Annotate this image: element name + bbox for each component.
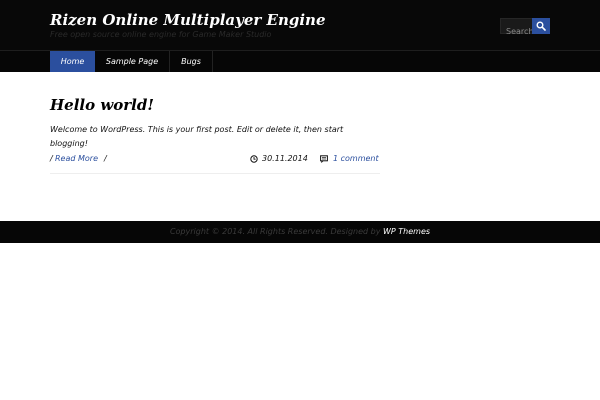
nav-item-sample-page[interactable]: Sample Page xyxy=(95,51,170,72)
post-title[interactable]: Hello world! xyxy=(50,96,380,114)
comment-icon xyxy=(320,155,328,163)
meta-separator: / xyxy=(50,154,53,163)
search-field-wrapper xyxy=(500,18,532,39)
nav-item-home[interactable]: Home xyxy=(50,51,95,72)
post-divider xyxy=(50,173,380,174)
post-meta: / Read More / 30.11.2014 1 comment xyxy=(50,153,380,165)
footer-themes-link[interactable]: WP Themes xyxy=(383,227,430,236)
post-excerpt: Welcome to WordPress. This is your first… xyxy=(50,125,344,148)
site-title[interactable]: Rizen Online Multiplayer Engine xyxy=(50,11,326,29)
post-date: 30.11.2014 xyxy=(262,154,308,163)
search-input[interactable] xyxy=(501,24,532,39)
main-navigation: Home Sample Page Bugs xyxy=(0,50,600,72)
site-footer: Copyright © 2014. All Rights Reserved. D… xyxy=(0,221,600,243)
search-icon xyxy=(536,21,546,31)
blog-post: Hello world! Welcome to WordPress. This … xyxy=(50,96,380,174)
clock-icon xyxy=(250,155,258,163)
read-more-link[interactable]: Read More xyxy=(55,153,98,165)
meta-separator: / xyxy=(104,154,107,163)
site-description: Free open source online engine for Game … xyxy=(50,30,272,39)
nav-item-bugs[interactable]: Bugs xyxy=(170,51,213,72)
site-header: Rizen Online Multiplayer Engine Free ope… xyxy=(0,0,600,50)
comments-link[interactable]: 1 comment xyxy=(333,153,379,165)
footer-copyright: Copyright © 2014. All Rights Reserved. D… xyxy=(169,227,383,236)
search-button[interactable] xyxy=(532,18,550,34)
